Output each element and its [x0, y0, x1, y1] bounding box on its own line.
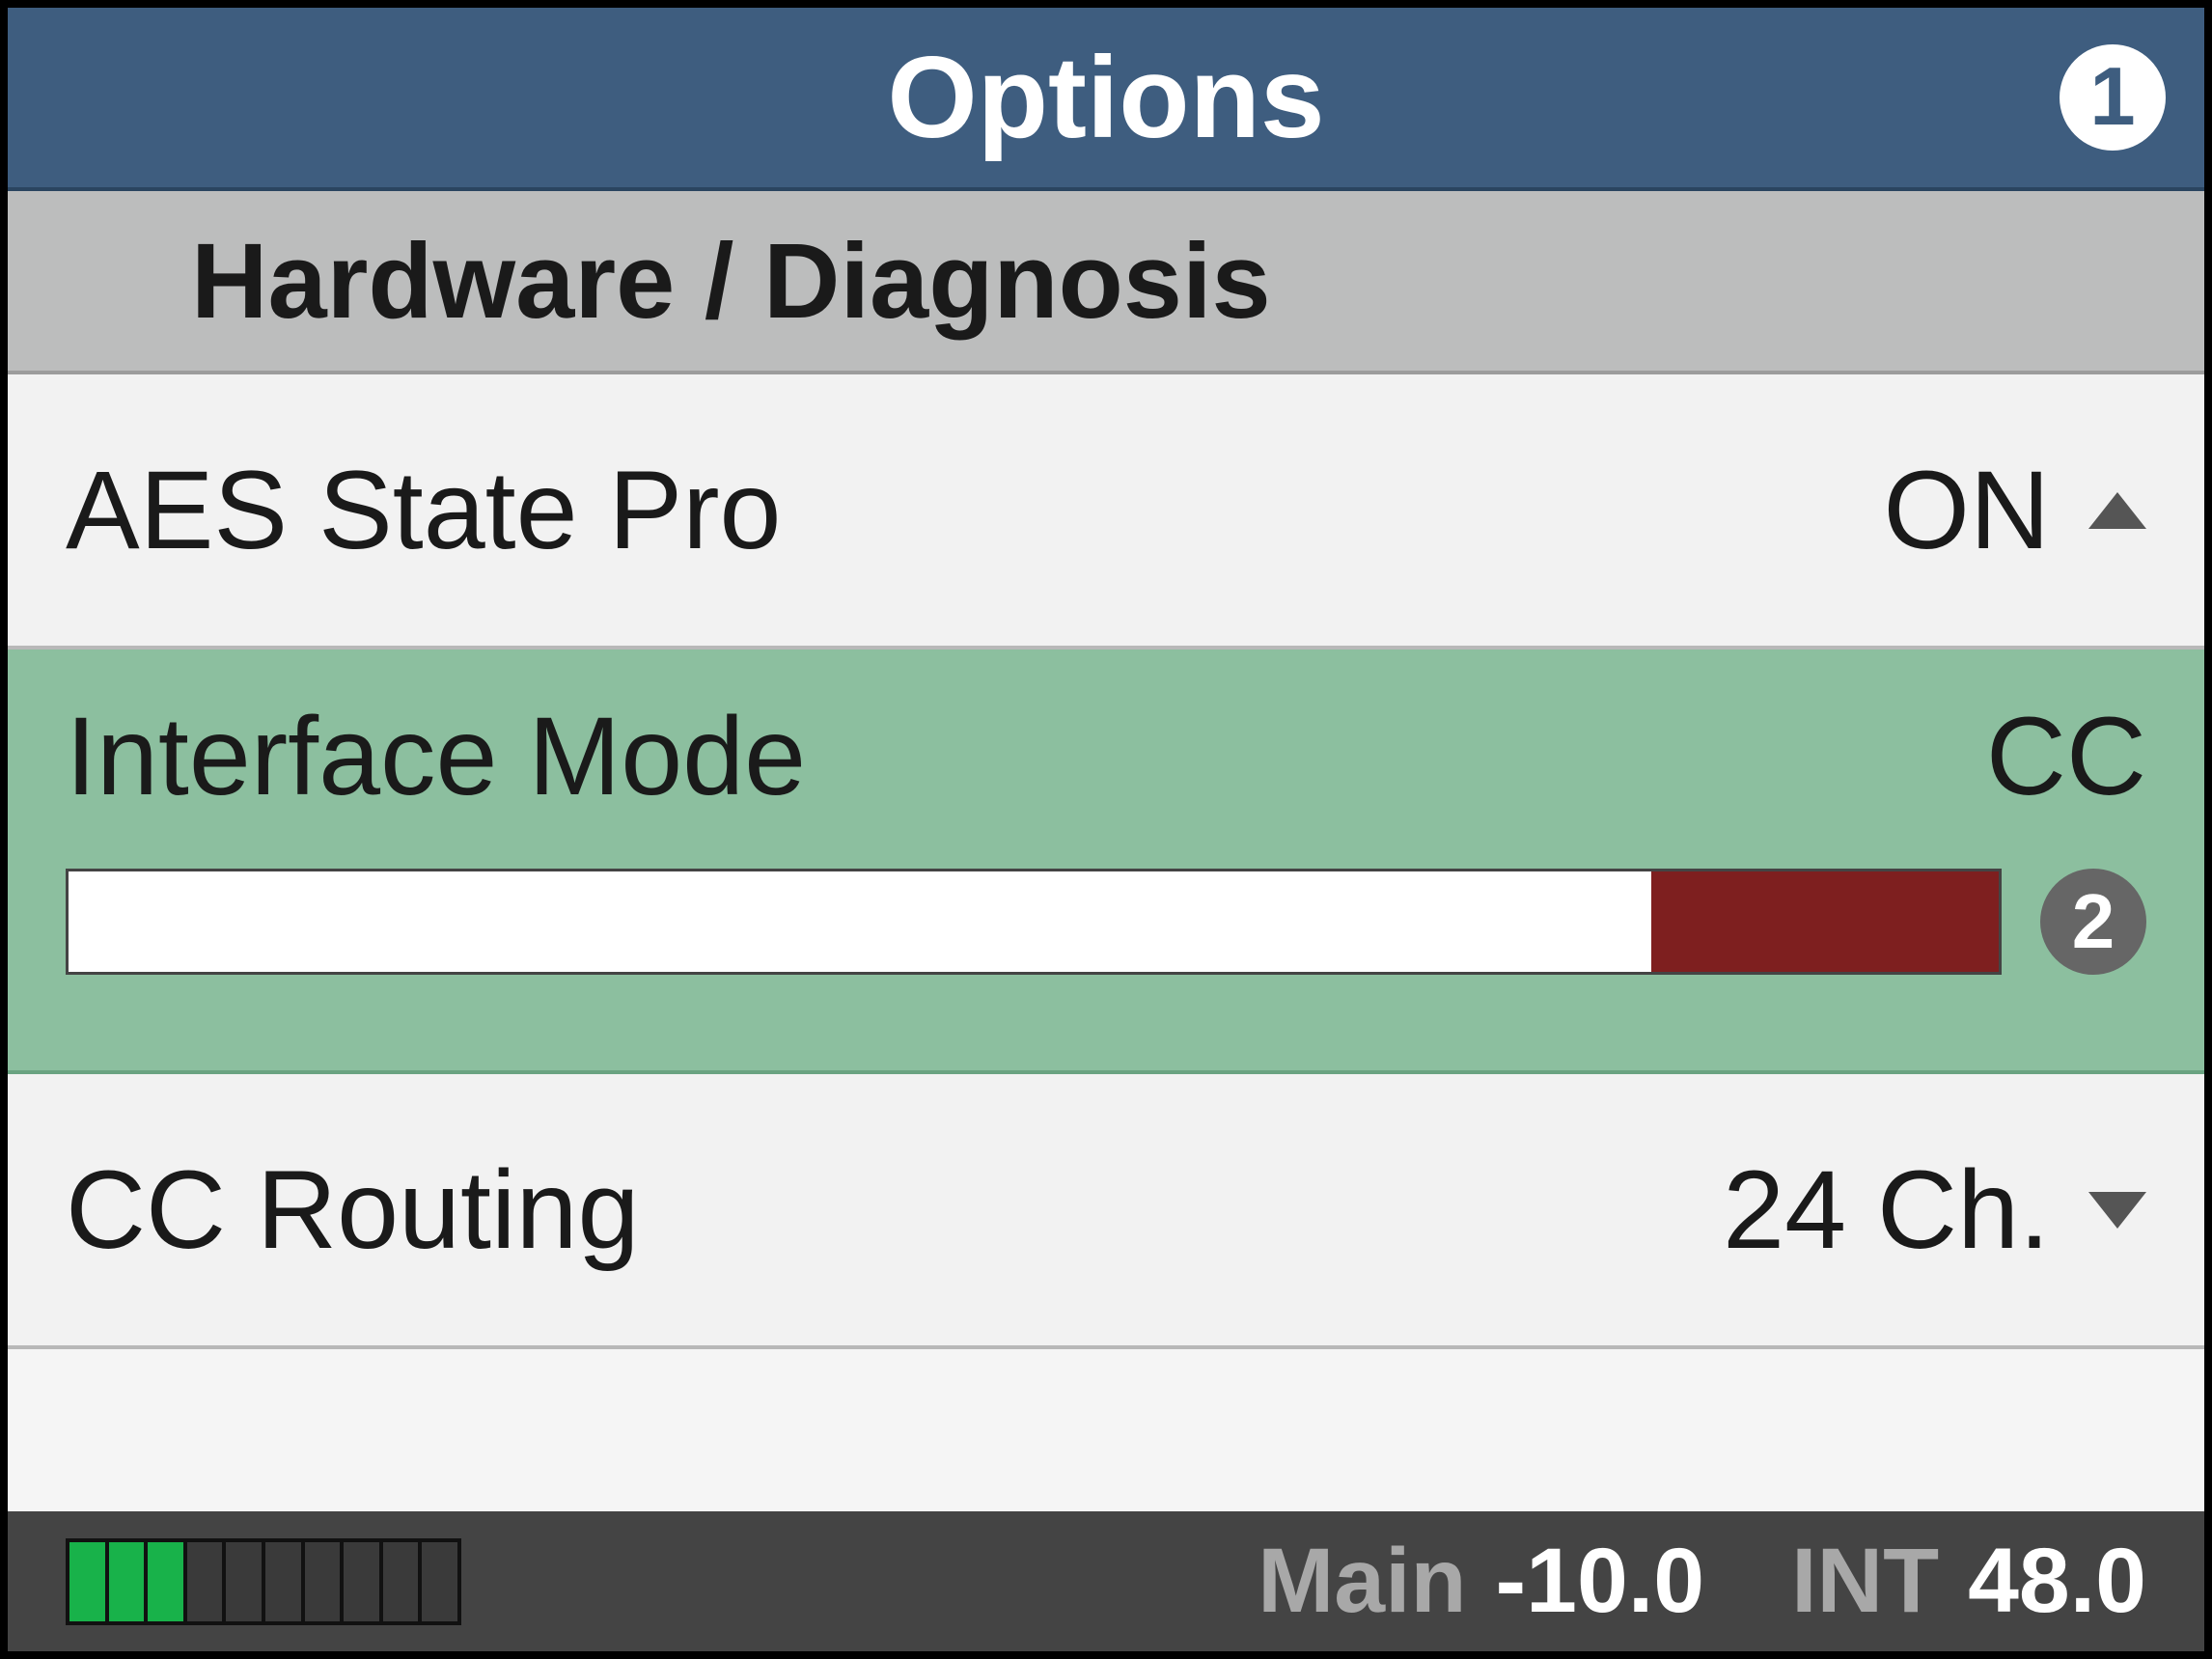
option-row-interface-mode[interactable]: Interface Mode CC 2	[8, 650, 2204, 1074]
meter-segment	[187, 1542, 227, 1621]
meter-segment	[148, 1542, 187, 1621]
meter-segment	[109, 1542, 149, 1621]
meter-segment	[265, 1542, 305, 1621]
main-level-label: Main	[1258, 1529, 1466, 1634]
section-header: Hardware / Diagnosis	[8, 191, 2204, 374]
meter-segment	[422, 1542, 457, 1621]
option-slider[interactable]	[66, 869, 2002, 975]
slider-fill	[1651, 871, 1999, 972]
option-row-cc-routing[interactable]: CC Routing 24 Ch.	[8, 1074, 2204, 1349]
arrow-down-icon	[2088, 1192, 2146, 1229]
meter-segment	[305, 1542, 345, 1621]
meter-segment	[383, 1542, 423, 1621]
meter-segment	[226, 1542, 265, 1621]
meter-segment	[69, 1542, 109, 1621]
device-screen: Options 1 Hardware / Diagnosis AES State…	[0, 0, 2212, 1659]
header-bar: Options 1	[8, 8, 2204, 191]
meter-segment	[344, 1542, 383, 1621]
option-row-aes-state-pro[interactable]: AES State Pro ON	[8, 374, 2204, 650]
option-value: CC	[1986, 693, 2146, 820]
page-title: Options	[887, 31, 1324, 164]
main-level-value: -10.0	[1496, 1529, 1705, 1634]
clock-rate-value: 48.0	[1968, 1529, 2146, 1634]
section-title: Hardware / Diagnosis	[191, 220, 1271, 343]
option-row-bottom: 2	[66, 869, 2146, 975]
arrow-up-icon	[2088, 492, 2146, 529]
clock-source-label: INT	[1791, 1529, 1939, 1634]
level-meter	[66, 1538, 461, 1625]
option-label: Interface Mode	[66, 693, 1986, 820]
option-label: AES State Pro	[66, 447, 1884, 574]
option-value: ON	[1884, 447, 2051, 574]
option-row-top: Interface Mode CC	[66, 693, 2146, 820]
option-label: CC Routing	[66, 1147, 1723, 1274]
encoder-2-badge[interactable]: 2	[2040, 869, 2146, 975]
option-value: 24 Ch.	[1723, 1147, 2050, 1274]
status-bar: Main -10.0 INT 48.0	[8, 1511, 2204, 1651]
encoder-1-badge[interactable]: 1	[2060, 44, 2166, 151]
